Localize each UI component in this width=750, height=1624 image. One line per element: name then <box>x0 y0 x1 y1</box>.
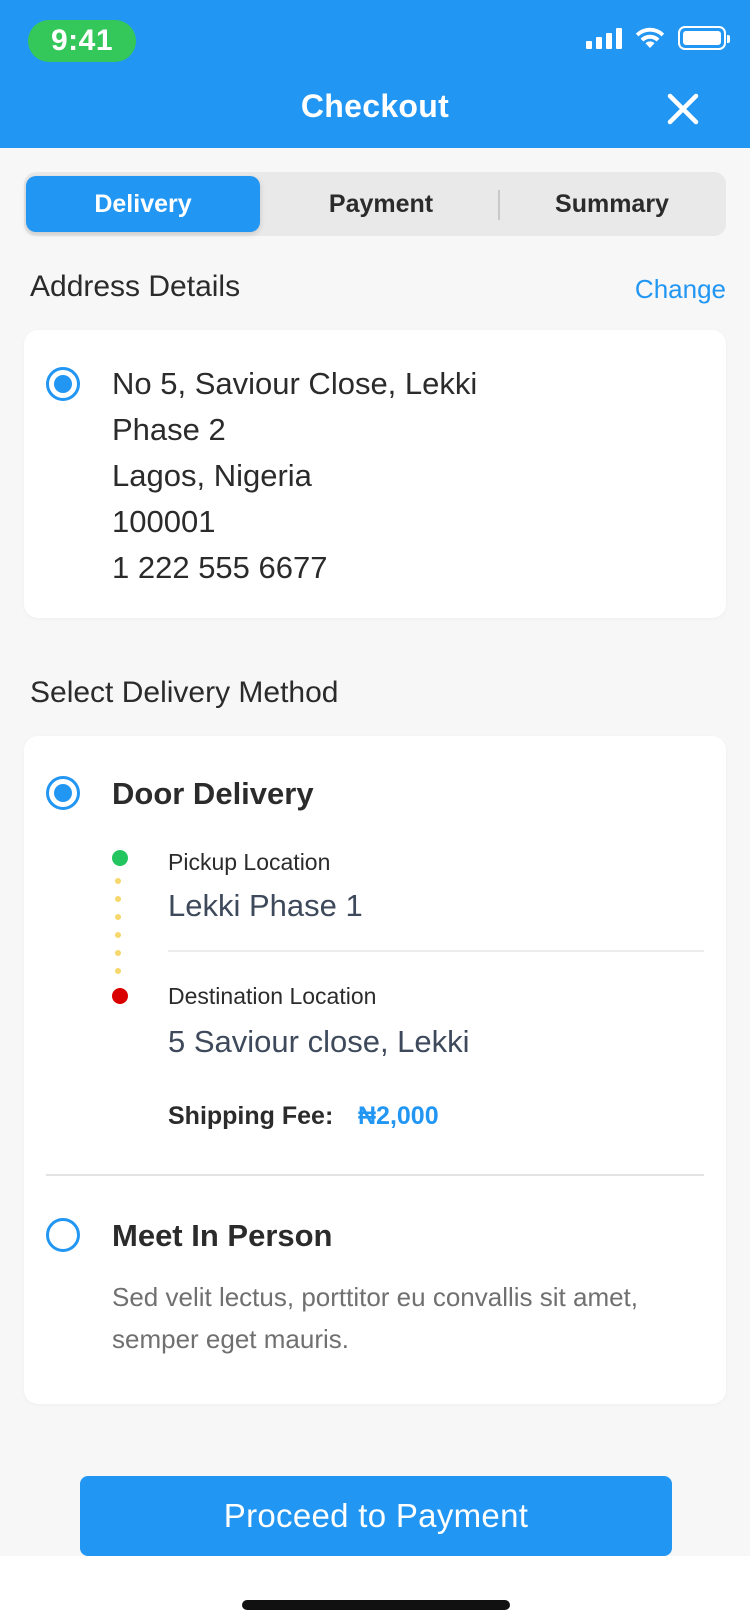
meet-in-person-radio[interactable] <box>46 1218 80 1252</box>
door-delivery-radio[interactable] <box>46 776 80 810</box>
address-line-1: No 5, Saviour Close, Lekki <box>112 366 478 401</box>
tab-payment[interactable]: Payment <box>264 176 498 232</box>
pickup-value: Lekki Phase 1 <box>168 888 363 923</box>
route-trail-dot <box>115 932 121 938</box>
address-section-title: Address Details <box>30 270 241 303</box>
header-bar: 9:41 Checkout <box>0 0 750 148</box>
status-icons <box>586 26 730 50</box>
page-title: Checkout <box>300 88 450 124</box>
home-indicator-area <box>0 1556 750 1624</box>
meet-in-person-description: Sed velit lectus, porttitor eu convallis… <box>112 1282 639 1354</box>
method-divider <box>46 1174 704 1176</box>
address-radio[interactable] <box>46 367 80 401</box>
delivery-section-title: Select Delivery Method <box>30 676 339 709</box>
address-postal-code: 100001 <box>112 504 216 539</box>
close-icon[interactable] <box>666 92 700 126</box>
change-address-link[interactable]: Change <box>635 274 726 305</box>
shipping-fee-label: Shipping Fee: <box>168 1102 334 1130</box>
meet-in-person-title[interactable]: Meet In Person <box>112 1218 333 1254</box>
shipping-fee-value: ₦2,000 <box>358 1102 439 1130</box>
door-delivery-title[interactable]: Door Delivery <box>112 776 314 812</box>
location-divider <box>168 950 704 952</box>
status-time: 9:41 <box>28 20 136 62</box>
checkout-steps-tabs: Delivery Payment Summary <box>24 172 726 236</box>
pickup-label: Pickup Location <box>168 849 331 875</box>
proceed-to-payment-button[interactable]: Proceed to Payment <box>80 1476 672 1556</box>
tab-delivery[interactable]: Delivery <box>26 176 260 232</box>
wifi-icon <box>635 27 665 48</box>
home-indicator <box>242 1600 510 1610</box>
cellular-signal-icon <box>586 27 622 49</box>
route-trail-dot <box>115 878 121 884</box>
route-trail-dot <box>115 968 121 974</box>
tab-summary[interactable]: Summary <box>498 176 726 232</box>
pickup-dot-icon <box>112 850 128 866</box>
address-phone: 1 222 555 6677 <box>112 550 328 585</box>
destination-dot-icon <box>112 988 128 1004</box>
address-line-3: Lagos, Nigeria <box>112 458 312 493</box>
route-trail-dot <box>115 950 121 956</box>
destination-value: 5 Saviour close, Lekki <box>168 1024 470 1059</box>
battery-icon <box>678 26 730 50</box>
address-line-2: Phase 2 <box>112 412 226 447</box>
destination-label: Destination Location <box>168 983 377 1009</box>
route-trail-dot <box>115 914 121 920</box>
route-trail-dot <box>115 896 121 902</box>
